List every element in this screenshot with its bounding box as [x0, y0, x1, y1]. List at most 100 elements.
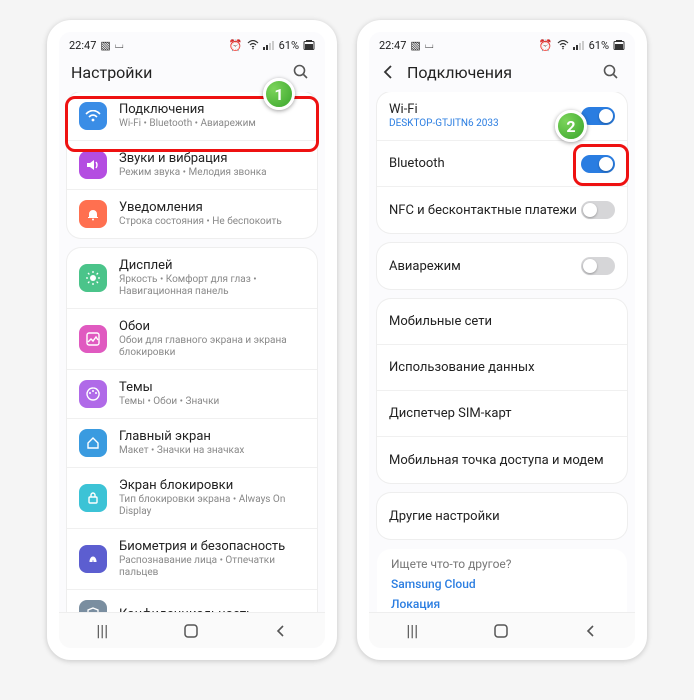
battery-icon [613, 40, 625, 50]
bell-icon [79, 200, 107, 228]
settings-group: Дисплей Яркость • Комфорт для глаз • Нав… [67, 248, 317, 612]
row-sim-manager[interactable]: Диспетчер SIM-карт [377, 391, 627, 437]
settings-group: Подключения Wi-Fi • Bluetooth • Авиарежи… [67, 92, 317, 238]
search-button[interactable] [289, 60, 313, 84]
row-label: Обои [119, 319, 305, 334]
nav-back[interactable] [584, 624, 598, 638]
row-label: NFC и бесконтактные платежи [389, 203, 581, 218]
nav-bar: ||| [369, 612, 635, 648]
row-display[interactable]: Дисплей Яркость • Комфорт для глаз • Нав… [67, 248, 317, 309]
sound-icon [79, 151, 107, 179]
connections-group: Другие настройки [377, 493, 627, 539]
row-label: Авиарежим [389, 259, 581, 274]
nav-home[interactable] [183, 623, 199, 639]
row-label: Биометрия и безопасность [119, 539, 305, 554]
nav-recent[interactable]: ||| [406, 621, 418, 640]
row-wallpaper[interactable]: Обои Обои для главного экрана и экрана б… [67, 309, 317, 370]
status-bar: 22:47 ▧ ⌴ ⏰ 61% [369, 32, 635, 54]
page-title: Подключения [407, 63, 599, 82]
connections-group: Мобильные сети Использование данных Дисп… [377, 299, 627, 483]
more-link[interactable]: Samsung Cloud [391, 577, 613, 591]
wifi-icon [247, 40, 259, 50]
battery-icon [303, 40, 315, 50]
row-lockscreen[interactable]: Экран блокировки Тип блокировки экрана •… [67, 468, 317, 529]
row-other-settings[interactable]: Другие настройки [377, 493, 627, 539]
row-hotspot[interactable]: Мобильная точка доступа и модем [377, 437, 627, 483]
themes-icon [79, 380, 107, 408]
privacy-icon [79, 600, 107, 612]
row-sub: Обои для главного экрана и экрана блокир… [119, 335, 305, 359]
row-biometrics[interactable]: Биометрия и безопасность Распознавание л… [67, 529, 317, 590]
row-sub: Строка состояния • Не беспокоить [119, 216, 305, 228]
row-data-usage[interactable]: Использование данных [377, 345, 627, 391]
row-mobile-networks[interactable]: Мобильные сети [377, 299, 627, 345]
row-themes[interactable]: Темы Темы • Обои • Значки [67, 370, 317, 419]
wifi-icon [79, 102, 107, 130]
header-connections: Подключения [369, 54, 635, 92]
signal-icon [263, 40, 275, 50]
search-button[interactable] [599, 60, 623, 84]
connections-group: Авиарежим [377, 243, 627, 289]
phone-connections: 22:47 ▧ ⌴ ⏰ 61% Подключения [357, 20, 647, 660]
battery-text: 61% [279, 39, 299, 52]
settings-list: Подключения Wi-Fi • Bluetooth • Авиарежи… [59, 92, 325, 612]
nav-back[interactable] [274, 624, 288, 638]
row-label: Дисплей [119, 258, 305, 273]
row-label: Мобильные сети [389, 314, 615, 329]
row-airplane[interactable]: Авиарежим [377, 243, 627, 289]
row-label: Диспетчер SIM-карт [389, 406, 615, 421]
screenshot-icon: ▧ [100, 39, 110, 52]
wifi-icon [557, 40, 569, 50]
signal-icon [573, 40, 585, 50]
row-label: Главный экран [119, 429, 305, 444]
row-home[interactable]: Главный экран Макет • Значки на значках [67, 419, 317, 468]
screenshot-icon: ▧ [410, 39, 420, 52]
row-sub: Режим звука • Мелодия звонка [119, 167, 305, 179]
lock-icon [79, 484, 107, 512]
wallpaper-icon [79, 325, 107, 353]
row-notifications[interactable]: Уведомления Строка состояния • Не беспок… [67, 190, 317, 238]
status-bar: 22:47 ▧ ⌴ ⏰ 61% [59, 32, 325, 54]
more-section: Ищете что-то другое? Samsung Cloud Локац… [377, 549, 627, 612]
row-label: Звуки и вибрация [119, 151, 305, 166]
page-title: Настройки [71, 63, 289, 82]
callout-step1: 1 [263, 78, 295, 110]
toggle-nfc[interactable] [581, 201, 615, 219]
more-link[interactable]: Локация [391, 597, 613, 611]
row-sounds[interactable]: Звуки и вибрация Режим звука • Мелодия з… [67, 141, 317, 190]
status-time: 22:47 [379, 39, 406, 52]
row-label: Уведомления [119, 200, 305, 215]
row-sub: Тип блокировки экрана • Always On Displa… [119, 494, 305, 518]
row-label: Темы [119, 380, 305, 395]
toggle-bluetooth[interactable] [581, 155, 615, 173]
row-sub: Распознавание лица • Отпечатки пальцев [119, 555, 305, 579]
battery-text: 61% [589, 39, 609, 52]
home-icon [79, 429, 107, 457]
row-sub: Темы • Обои • Значки [119, 396, 305, 408]
nav-home[interactable] [493, 623, 509, 639]
nav-recent[interactable]: ||| [96, 621, 108, 640]
phone-settings: 22:47 ▧ ⌴ ⏰ 61% Настройки [47, 20, 337, 660]
row-label: Использование данных [389, 360, 615, 375]
status-time: 22:47 [69, 39, 96, 52]
row-sub: Яркость • Комфорт для глаз • Навигационн… [119, 274, 305, 298]
row-wifi[interactable]: Wi-Fi DESKTOP-GTJITN6 2033 [377, 92, 627, 141]
callout-step2: 2 [555, 110, 587, 142]
row-label: Bluetooth [389, 156, 581, 171]
connections-group: Wi-Fi DESKTOP-GTJITN6 2033 Bluetooth NFC… [377, 92, 627, 233]
dock-icon: ⌴ [425, 38, 434, 52]
connections-list: Wi-Fi DESKTOP-GTJITN6 2033 Bluetooth NFC… [369, 92, 635, 612]
nav-bar: ||| [59, 612, 325, 648]
display-icon [79, 264, 107, 292]
more-question: Ищете что-то другое? [391, 557, 613, 571]
dock-icon: ⌴ [115, 38, 124, 52]
toggle-airplane[interactable] [581, 257, 615, 275]
row-sub: DESKTOP-GTJITN6 2033 [389, 118, 581, 130]
row-privacy[interactable]: Конфиденциальность [67, 590, 317, 612]
row-bluetooth[interactable]: Bluetooth [377, 141, 627, 187]
alarm-icon: ⏰ [229, 39, 243, 52]
row-nfc[interactable]: NFC и бесконтактные платежи [377, 187, 627, 233]
fingerprint-icon [79, 545, 107, 573]
back-button[interactable] [381, 64, 401, 80]
row-label: Мобильная точка доступа и модем [389, 453, 615, 468]
